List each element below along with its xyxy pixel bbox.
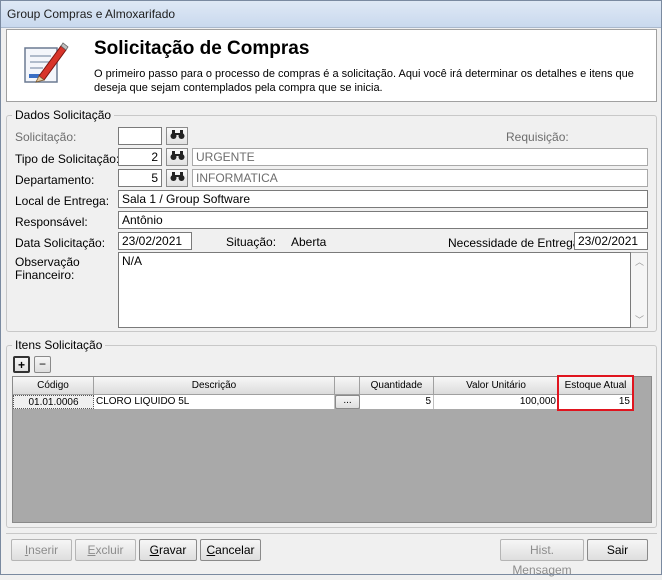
requisicao-label: Requisição:	[506, 130, 569, 144]
remove-item-button[interactable]: −	[34, 356, 51, 373]
form-pencil-icon	[21, 40, 69, 88]
tipo-solicitacao-desc-field: URGENTE	[192, 148, 648, 166]
inserir-button[interactable]: Inserir	[11, 539, 72, 561]
solicitacao-search-button[interactable]	[166, 127, 188, 145]
data-solicitacao-input[interactable]: 23/02/2021	[118, 232, 192, 250]
responsavel-input[interactable]: Antônio	[118, 211, 648, 229]
situacao-value: Aberta	[291, 235, 327, 249]
binoculars-icon	[170, 171, 185, 185]
header-panel: Solicitação de Compras O primeiro passo …	[6, 29, 657, 102]
solicitacao-label: Solicitação:	[15, 130, 77, 144]
solicitacao-input[interactable]	[118, 127, 162, 145]
necessidade-entrega-input[interactable]: 23/02/2021	[574, 232, 648, 250]
binoculars-icon	[170, 129, 185, 143]
departamento-desc-field: INFORMATICA	[192, 169, 648, 187]
page-description: O primeiro passo para o processo de comp…	[94, 68, 634, 94]
dados-legend: Dados Solicitação	[12, 108, 115, 122]
page-title: Solicitação de Compras	[94, 38, 310, 59]
tipo-solicitacao-code-input[interactable]: 2	[118, 148, 162, 166]
add-item-button[interactable]: +	[13, 356, 30, 373]
departamento-label: Departamento:	[15, 173, 95, 187]
situacao-label: Situação:	[226, 235, 277, 249]
col-header-valor-unitario[interactable]: Valor Unitário	[434, 377, 559, 395]
window-title: Group Compras e Almoxarifado	[7, 7, 176, 21]
col-header-lookup[interactable]	[335, 377, 360, 395]
local-entrega-input[interactable]: Sala 1 / Group Software	[118, 190, 648, 208]
observacao-financeiro-textarea[interactable]: N/A	[118, 252, 631, 328]
necessidade-entrega-label: Necessidade de Entrega:	[448, 236, 583, 250]
departamento-code-input[interactable]: 5	[118, 169, 162, 187]
cell-quantidade[interactable]: 5	[360, 395, 434, 409]
sair-button[interactable]: Sair	[587, 539, 648, 561]
data-solicitacao-label: Data Solicitação:	[15, 236, 106, 250]
local-entrega-label: Local de Entrega:	[15, 194, 110, 208]
col-header-quantidade[interactable]: Quantidade	[360, 377, 434, 395]
itens-legend: Itens Solicitação	[12, 338, 106, 352]
scroll-down-icon[interactable]: ﹀	[635, 313, 644, 326]
window-titlebar[interactable]: Group Compras e Almoxarifado	[0, 0, 662, 28]
departamento-search-button[interactable]	[166, 169, 188, 187]
observacao-financeiro-label: Observação Financeiro:	[15, 255, 80, 282]
col-header-codigo[interactable]: Código	[13, 377, 94, 395]
cell-valor-unitario[interactable]: 100,000	[434, 395, 559, 409]
hist-mensagem-button[interactable]: Hist. Mensagem	[500, 539, 584, 577]
col-header-descricao[interactable]: Descrição	[94, 377, 335, 395]
binoculars-icon	[170, 150, 185, 164]
observacao-scrollbar[interactable]: ︿ ﹀	[631, 252, 648, 328]
tipo-solicitacao-label: Tipo de Solicitação:	[15, 152, 120, 166]
tipo-solicitacao-search-button[interactable]	[166, 148, 188, 166]
cell-lookup-button[interactable]: ...	[335, 395, 360, 409]
gravar-button[interactable]: Gravar	[139, 539, 197, 561]
responsavel-label: Responsável:	[15, 215, 88, 229]
scroll-up-icon[interactable]: ︿	[635, 255, 644, 268]
footer-divider	[6, 533, 657, 534]
cancelar-button[interactable]: Cancelar	[200, 539, 261, 561]
excluir-button[interactable]: Excluir	[75, 539, 136, 561]
cell-codigo[interactable]: 01.01.0006	[13, 395, 94, 409]
cell-descricao[interactable]: CLORO LIQUIDO 5L	[94, 395, 335, 409]
estoque-atual-highlight	[557, 375, 634, 411]
